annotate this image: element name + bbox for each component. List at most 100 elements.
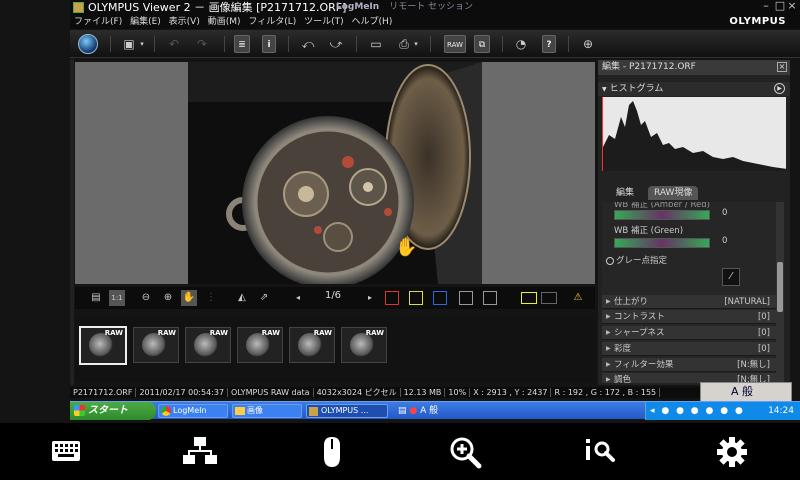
prev-page-icon[interactable]: ◂ — [293, 290, 303, 306]
zoom-in-icon[interactable]: ⊕ — [161, 290, 175, 306]
chevron-down-icon[interactable]: ▾ — [412, 35, 420, 53]
menu-help[interactable]: ヘルプ(H) — [352, 17, 393, 27]
save-icon[interactable]: ▣ — [120, 35, 138, 53]
status-size: 12.13 MB — [400, 388, 446, 397]
zoom-in-icon[interactable] — [448, 435, 488, 469]
settings-row-value: [0] — [757, 328, 770, 338]
start-button[interactable]: スタート — [70, 402, 156, 420]
image-viewer[interactable]: ✋ — [75, 62, 595, 284]
settings-row-label: 仕上がり — [614, 297, 649, 307]
crop-icon[interactable]: ◭ — [235, 290, 249, 306]
mark-yellow-icon[interactable] — [409, 291, 423, 305]
wb-amber-value: 0 — [722, 208, 728, 218]
histogram — [602, 97, 787, 171]
info-icon[interactable]: i — [262, 35, 276, 53]
network-icon[interactable] — [180, 435, 220, 467]
mouse-icon[interactable] — [316, 435, 356, 467]
menu-tools[interactable]: ツール(T) — [304, 17, 344, 27]
minimize-icon[interactable]: – — [760, 0, 772, 12]
compare-icon[interactable]: ⧉ — [474, 35, 490, 53]
settings-row[interactable]: ▶ フィルター効果 [N:無し] — [602, 358, 776, 372]
status-format: OLYMPUS RAW data — [228, 388, 314, 397]
tray-icons[interactable]: ◂ ● ● ● ● ● ● — [650, 402, 745, 420]
taskbar-item[interactable]: LogMeIn — [158, 404, 228, 418]
eyedropper-icon[interactable]: ⁄ — [722, 268, 740, 286]
play-icon[interactable]: ▶ — [774, 83, 785, 94]
olympus-logo: OLYMPUS — [729, 16, 786, 27]
fit-screen-icon[interactable]: ▤ — [89, 290, 103, 306]
thumbnail[interactable]: RAW — [185, 327, 231, 363]
gear-icon[interactable] — [714, 435, 754, 467]
radio-icon[interactable] — [606, 257, 614, 265]
settings-row[interactable]: ▶ シャープネス [0] — [602, 326, 776, 340]
browser-icon[interactable] — [78, 34, 98, 54]
mark-blue-icon[interactable] — [433, 291, 447, 305]
taskbar-item-label: 画像 — [247, 406, 263, 415]
raw-develop-button[interactable]: RAW — [444, 35, 466, 53]
help-icon[interactable]: ? — [542, 35, 556, 53]
settings-row[interactable]: ▶ コントラスト [0] — [602, 310, 776, 324]
remote-control-bar — [0, 423, 800, 480]
timer-icon[interactable]: ◔ — [512, 35, 530, 53]
tab-raw-develop[interactable]: RAW現像 — [648, 186, 699, 200]
actual-size-button[interactable]: 1:1 — [109, 290, 125, 306]
settings-row-value: [0] — [757, 312, 770, 322]
redo-icon[interactable]: ↷ — [194, 35, 210, 53]
taskbar-item-active[interactable]: OLYMPUS ... — [306, 404, 388, 418]
menu-movie[interactable]: 動画(M) — [208, 17, 241, 27]
hand-tool-icon[interactable]: ✋ — [181, 290, 197, 306]
mark-red-icon[interactable] — [385, 291, 399, 305]
thumbnail[interactable]: RAW — [237, 327, 283, 363]
split-view-icon[interactable] — [541, 292, 557, 304]
chevron-down-icon[interactable]: ▾ — [138, 35, 146, 53]
ime-language-bar[interactable]: A 般 — [700, 382, 792, 402]
close-icon[interactable]: × — [786, 0, 798, 12]
frame-alt-icon[interactable] — [483, 291, 497, 305]
settings-scrollbar[interactable] — [776, 202, 784, 383]
undo-icon[interactable]: ↶ — [166, 35, 182, 53]
wb-green-slider[interactable] — [614, 238, 710, 248]
clock[interactable]: 14:24 — [768, 402, 794, 420]
taskbar-item[interactable]: 画像 — [232, 404, 302, 418]
globe-icon[interactable]: ⊕ — [580, 35, 596, 53]
single-view-icon[interactable] — [521, 292, 537, 304]
keyboard-icon[interactable] — [48, 435, 88, 467]
close-icon[interactable]: × — [777, 62, 787, 72]
tab-edit[interactable]: 編集 — [610, 186, 640, 200]
slideshow-icon[interactable]: ▭ — [368, 35, 384, 53]
warning-icon[interactable]: ⚠ — [571, 290, 585, 306]
raw-badge: RAW — [209, 329, 228, 337]
info-search-icon[interactable] — [582, 435, 622, 467]
settings-row-value: [0] — [757, 344, 770, 354]
menu-file[interactable]: ファイル(F) — [74, 17, 122, 27]
rotate-right-icon[interactable]: ⤻ — [328, 35, 344, 53]
frame-icon[interactable] — [459, 291, 473, 305]
menu-filter[interactable]: フィルタ(L) — [248, 17, 296, 27]
main-toolbar: ▣ ▾ ↶ ↷ ≣ i ⤺ ⤻ ▭ ⎙ ▾ RAW ⧉ ◔ ? ⊕ — [70, 30, 800, 58]
select-tool-icon[interactable]: ⋮ — [205, 290, 217, 306]
settings-row[interactable]: ▶ 彩度 [0] — [602, 342, 776, 356]
wb-amber-slider[interactable] — [614, 210, 710, 220]
thumbnail[interactable]: RAW — [341, 327, 387, 363]
next-page-icon[interactable]: ▸ — [365, 290, 375, 306]
zoom-out-icon[interactable]: ⊖ — [139, 290, 153, 306]
settings-row[interactable]: ▶ 仕上がり [NATURAL] — [602, 295, 776, 309]
histogram-header[interactable]: ▼ ヒストグラム ▶ — [598, 82, 790, 96]
print-icon[interactable]: ⎙ — [396, 35, 412, 53]
export-icon[interactable]: ⇗ — [257, 290, 271, 306]
settings-row-label: シャープネス — [614, 328, 665, 338]
scrollbar-thumb[interactable] — [777, 262, 783, 312]
gray-point-row[interactable]: グレー点指定 — [602, 254, 776, 268]
thumbnail[interactable]: RAW — [133, 327, 179, 363]
thumbnail[interactable]: RAW — [289, 327, 335, 363]
menu-view[interactable]: 表示(V) — [169, 17, 200, 27]
list-icon[interactable]: ≣ — [234, 35, 250, 53]
rotate-left-icon[interactable]: ⤺ — [300, 35, 316, 53]
maximize-icon[interactable]: □ — [774, 0, 786, 12]
logmein-session: リモート セッション — [389, 2, 474, 12]
quick-launch[interactable]: ▤ ● A 般 — [398, 404, 458, 418]
thumbnail[interactable]: RAW — [79, 326, 127, 365]
panel-tabs: 編集 RAW現像 — [598, 186, 790, 200]
toolbar-divider — [502, 36, 503, 52]
menu-edit[interactable]: 編集(E) — [130, 17, 161, 27]
